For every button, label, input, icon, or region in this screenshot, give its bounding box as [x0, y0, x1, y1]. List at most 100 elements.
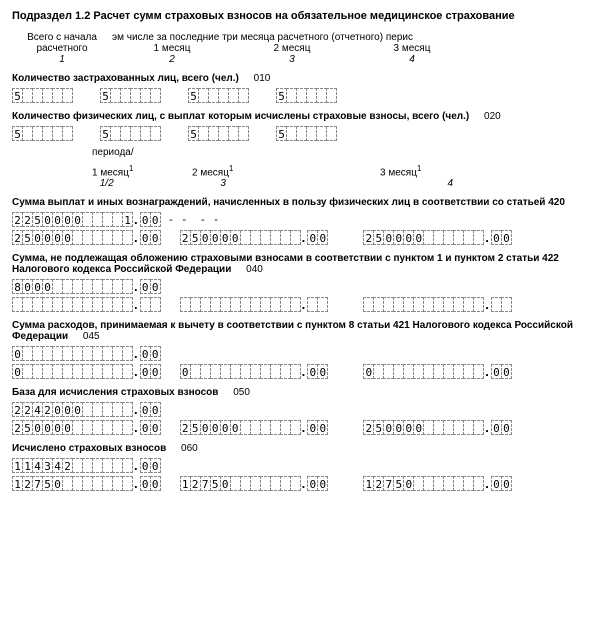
decimal-dot: . — [300, 476, 308, 491]
dash-icon-2: - - — [192, 212, 224, 227]
column-header-row-2: расчетного 1 месяц 2 месяц 3 месяц — [12, 43, 583, 54]
row-010-v4[interactable]: 5 — [276, 88, 336, 103]
row-020-v2[interactable]: 5 — [100, 126, 160, 141]
row-045-m1[interactable]: 0.00 — [12, 364, 160, 379]
row-060-m3[interactable]: 12750.00 — [363, 476, 511, 491]
col-month1: 1 месяц — [112, 43, 232, 54]
period-m2: 2 месяц1 — [192, 164, 380, 178]
cell — [150, 126, 161, 141]
decimal-dot: . — [132, 402, 140, 417]
row-045-m2[interactable]: 0.00 — [180, 364, 328, 379]
row-050-months: 250000.00 250000.00 250000.00 — [12, 420, 583, 435]
row-020-v1[interactable]: 5 — [12, 126, 72, 141]
col-sub-3: 3 — [232, 54, 352, 65]
row-050-code: 050 — [233, 387, 250, 398]
cell — [150, 88, 161, 103]
cell: 0 — [150, 458, 161, 473]
period-sub: 1/2 3 4 — [12, 178, 583, 189]
period-header-months: 1 месяц1 2 месяц1 3 месяц1 — [12, 164, 583, 178]
period-s2: 3 — [184, 178, 379, 189]
col-sub-1: 1 — [12, 54, 112, 65]
section-title: Подраздел 1.2 Расчет сумм страховых взно… — [12, 10, 583, 22]
column-sub-row: 1 2 3 4 — [12, 54, 583, 65]
row-045-m3[interactable]: 0.00 — [363, 364, 511, 379]
cell — [501, 297, 512, 312]
row-020-v4[interactable]: 5 — [276, 126, 336, 141]
period-s1: 1/2 — [80, 178, 185, 189]
row-010-label: Количество застрахованных лиц, всего (че… — [12, 73, 583, 84]
decimal-dot: . — [483, 476, 491, 491]
row-040-m2[interactable]: . — [180, 297, 328, 312]
cell: 0 — [150, 402, 161, 417]
row-020-text: Количество физических лиц, с выплат кото… — [12, 111, 469, 122]
cell — [62, 88, 73, 103]
decimal-dot: . — [132, 458, 140, 473]
row-010-code: 010 — [254, 73, 271, 84]
cell — [238, 126, 249, 141]
row-060-text: Исчислено страховых взносов — [12, 443, 166, 454]
row-045-top: 0.00 — [12, 346, 583, 361]
row-010-text: Количество застрахованных лиц, всего (че… — [12, 73, 239, 84]
row-050-m3[interactable]: 250000.00 — [363, 420, 511, 435]
col-last3-label: эм числе за последние три месяца расчетн… — [112, 32, 583, 43]
cell: 0 — [150, 420, 161, 435]
decimal-dot: . — [483, 297, 491, 312]
cell — [150, 297, 161, 312]
row-040-total[interactable]: 8000.00 — [12, 279, 160, 294]
row-050-m2[interactable]: 250000.00 — [180, 420, 328, 435]
row-040-m1[interactable]: . — [12, 297, 160, 312]
row-030-months: 250000.00 250000.00 250000.00 — [12, 230, 583, 245]
row-030-top: 22500001.00 - - - - — [12, 212, 583, 227]
row-050-text: База для исчисления страховых взносов — [12, 387, 218, 398]
row-030-label: Сумма выплат и иных вознаграждений, начи… — [12, 197, 583, 208]
cell — [62, 126, 73, 141]
row-040-months: . . . — [12, 297, 583, 312]
row-010-v2[interactable]: 5 — [100, 88, 160, 103]
decimal-dot: . — [483, 420, 491, 435]
row-050-label: База для исчисления страховых взносов 05… — [12, 387, 583, 398]
cell: 0 — [150, 346, 161, 361]
row-040-top: 8000.00 — [12, 279, 583, 294]
cell: 0 — [317, 476, 328, 491]
row-020-v3[interactable]: 5 — [188, 126, 248, 141]
row-050-m1[interactable]: 250000.00 — [12, 420, 160, 435]
cell: 0 — [150, 476, 161, 491]
decimal-dot: . — [300, 297, 308, 312]
row-060-m2[interactable]: 12750.00 — [180, 476, 328, 491]
cell: 0 — [317, 364, 328, 379]
row-045-label: Сумма расходов, принимаемая к вычету в с… — [12, 320, 583, 342]
decimal-dot: . — [132, 476, 140, 491]
row-020-code: 020 — [484, 111, 501, 122]
row-030-m3[interactable]: 250000.00 — [363, 230, 511, 245]
row-040-m3[interactable]: . — [363, 297, 511, 312]
row-030-text: Сумма выплат и иных вознаграждений, начи… — [12, 197, 565, 208]
cell: 0 — [501, 364, 512, 379]
row-040-code: 040 — [246, 264, 263, 275]
col-sub-4: 4 — [352, 54, 472, 65]
row-060-label: Исчислено страховых взносов 060 — [12, 443, 583, 454]
cell — [326, 88, 337, 103]
row-060-top: 114342.00 — [12, 458, 583, 473]
row-010-v1[interactable]: 5 — [12, 88, 72, 103]
row-050-top: 2242000.00 — [12, 402, 583, 417]
row-030-total[interactable]: 22500001.00 — [12, 212, 160, 227]
cell: 0 — [317, 230, 328, 245]
row-020-label: Количество физических лиц, с выплат кото… — [12, 111, 583, 122]
decimal-dot: . — [483, 364, 491, 379]
cell: 0 — [501, 230, 512, 245]
row-060-total[interactable]: 114342.00 — [12, 458, 160, 473]
row-030-m1[interactable]: 250000.00 — [12, 230, 160, 245]
row-010-v3[interactable]: 5 — [188, 88, 248, 103]
decimal-dot: . — [132, 346, 140, 361]
decimal-dot: . — [300, 364, 308, 379]
col-month2: 2 месяц — [232, 43, 352, 54]
cell: 0 — [150, 279, 161, 294]
row-050-total[interactable]: 2242000.00 — [12, 402, 160, 417]
row-060-m1[interactable]: 12750.00 — [12, 476, 160, 491]
dash-icon: - - — [160, 212, 192, 227]
row-045-total[interactable]: 0.00 — [12, 346, 160, 361]
row-020-values: 5 5 5 5 — [12, 126, 583, 141]
decimal-dot: . — [132, 364, 140, 379]
row-030-m2[interactable]: 250000.00 — [180, 230, 328, 245]
decimal-dot: . — [300, 420, 308, 435]
